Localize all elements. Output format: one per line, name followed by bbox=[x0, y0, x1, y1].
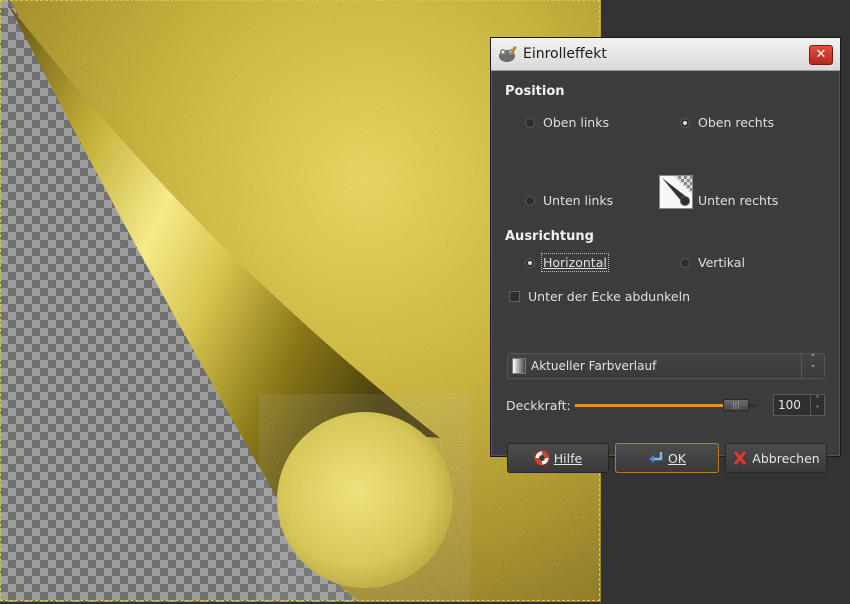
help-button-label: Hilfe bbox=[553, 450, 583, 466]
close-button[interactable]: ✕ bbox=[809, 45, 833, 65]
opacity-value: 100 bbox=[778, 398, 801, 412]
radio-label: Unten links bbox=[543, 193, 614, 208]
gimp-wilber-icon bbox=[499, 46, 517, 62]
radio-indicator bbox=[680, 195, 690, 206]
radio-indicator bbox=[680, 117, 690, 128]
gradient-swatch bbox=[512, 358, 526, 374]
cancel-button-label: Abbrechen bbox=[752, 450, 820, 466]
radio-indicator bbox=[525, 195, 535, 206]
radio-oben-links[interactable]: Oben links bbox=[525, 115, 609, 130]
radio-indicator bbox=[525, 117, 535, 128]
red-x-icon bbox=[734, 451, 747, 465]
chevron-up-down-icon: ˄ ˅ bbox=[801, 354, 824, 378]
radio-horizontal[interactable]: Horizontal bbox=[525, 253, 609, 272]
opacity-slider[interactable]: ||| bbox=[575, 399, 757, 411]
enter-arrow-icon bbox=[648, 452, 663, 463]
shade-checkbox-label: Unter der Ecke abdunkeln bbox=[528, 289, 690, 304]
help-button[interactable]: Hilfe bbox=[507, 443, 609, 473]
curl-dialog: Einrolleffekt ✕ Position Oben links Oben… bbox=[490, 37, 841, 473]
opacity-spinbox[interactable]: 100 ˄ ˅ bbox=[773, 394, 825, 416]
radio-label: Unten rechts bbox=[698, 193, 779, 208]
opacity-label: Deckkraft: bbox=[506, 398, 571, 413]
radio-label: Vertikal bbox=[698, 255, 745, 270]
radio-label: Oben rechts bbox=[698, 115, 775, 130]
lifebuoy-icon bbox=[534, 450, 550, 466]
close-icon: ✕ bbox=[815, 47, 827, 62]
spin-arrows-icon[interactable]: ˄ ˅ bbox=[810, 395, 824, 415]
ok-button-label: OK bbox=[667, 450, 687, 466]
radio-unten-rechts[interactable]: Unten rechts bbox=[680, 193, 778, 208]
radio-vertikal[interactable]: Vertikal bbox=[680, 255, 745, 270]
radio-indicator bbox=[680, 257, 690, 268]
dialog-title: Einrolleffekt bbox=[523, 46, 607, 62]
shade-checkbox-row[interactable]: Unter der Ecke abdunkeln bbox=[509, 289, 690, 304]
gradient-select-value: Aktueller Farbverlauf bbox=[531, 359, 657, 373]
cancel-button[interactable]: Abbrechen bbox=[725, 443, 827, 473]
ok-button[interactable]: OK bbox=[615, 443, 719, 473]
gradient-select[interactable]: Aktueller Farbverlauf ˄ ˅ bbox=[507, 353, 825, 379]
dialog-titlebar[interactable]: Einrolleffekt ✕ bbox=[491, 38, 840, 71]
shade-checkbox[interactable] bbox=[509, 291, 520, 302]
radio-unten-links[interactable]: Unten links bbox=[525, 193, 613, 208]
radio-label: Horizontal bbox=[541, 253, 609, 272]
radio-indicator bbox=[525, 257, 535, 268]
orientation-heading: Ausrichtung bbox=[505, 229, 594, 244]
position-heading: Position bbox=[505, 84, 565, 99]
radio-label: Oben links bbox=[543, 115, 609, 130]
opacity-slider-handle[interactable]: ||| bbox=[723, 399, 749, 411]
radio-oben-rechts[interactable]: Oben rechts bbox=[680, 115, 774, 130]
opacity-slider-fill bbox=[575, 404, 736, 407]
